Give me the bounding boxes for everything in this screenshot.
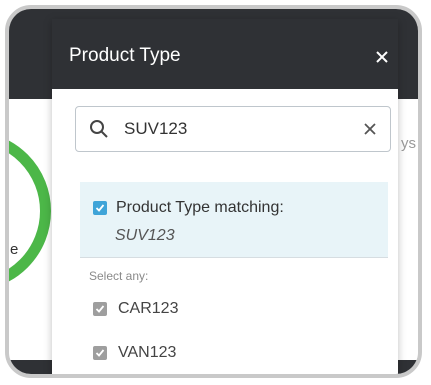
screenshot-frame: e ys Product Type SUV123 Product Type ma… [5,5,422,378]
search-input[interactable] [124,115,344,143]
match-checkbox[interactable] [93,201,107,215]
panel-header: Product Type [52,19,398,89]
option-label-car123: CAR123 [118,300,179,317]
option-checkbox-car123[interactable] [93,302,107,316]
match-value: SUV123 [115,227,175,244]
panel-title: Product Type [69,45,181,66]
option-checkbox-van123[interactable] [93,346,107,360]
option-label-van123: VAN123 [118,344,177,361]
match-option[interactable]: Product Type matching: SUV123 [80,182,388,258]
background-side-text: ys [401,135,416,152]
ring-text: e [10,241,19,258]
search-icon [89,119,109,139]
product-type-panel: Product Type SUV123 Product Type matchin… [52,19,398,374]
search-box[interactable] [75,106,391,152]
clear-icon[interactable] [360,119,380,139]
match-label: Product Type matching: [116,199,284,216]
close-icon[interactable] [372,47,392,67]
select-any-heading: Select any: [89,269,149,283]
